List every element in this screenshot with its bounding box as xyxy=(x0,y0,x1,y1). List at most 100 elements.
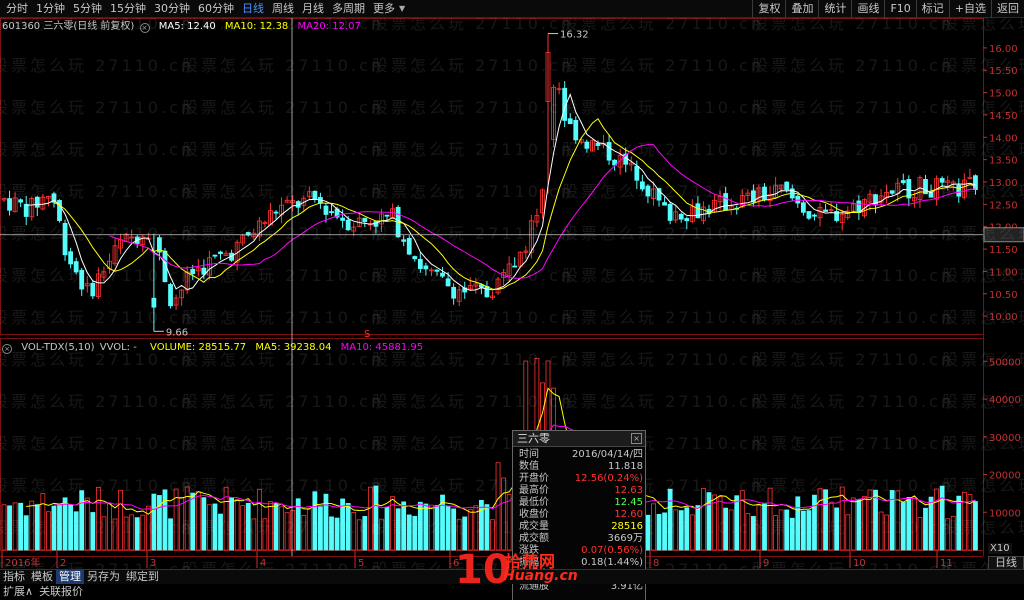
volume-bar xyxy=(873,489,878,551)
ma10-value: MA10: 12.38 xyxy=(224,21,289,32)
bottom-tab[interactable]: 模板 xyxy=(28,570,56,584)
period-tab[interactable]: 月线 xyxy=(298,0,328,18)
volume-bar xyxy=(290,510,296,551)
period-tab[interactable]: 30分钟 xyxy=(150,0,194,18)
close-circle-icon[interactable]: × xyxy=(139,23,150,33)
signal-marker: S xyxy=(364,329,370,340)
volume-bar xyxy=(695,505,701,551)
volume-tick-label: 50000 xyxy=(989,357,1021,368)
close-circle-icon[interactable]: × xyxy=(2,344,12,354)
volume-bar xyxy=(767,487,773,551)
volume-bar xyxy=(195,491,201,551)
candle-body xyxy=(812,214,817,217)
candle-body xyxy=(584,141,590,149)
volume-bar xyxy=(662,512,667,551)
period-tab[interactable]: 周线 xyxy=(268,0,298,18)
candle-body xyxy=(362,217,368,222)
volume-bar xyxy=(462,516,468,551)
volume-bar xyxy=(728,509,734,551)
candle-body xyxy=(678,213,684,220)
period-tab[interactable]: 多周期 xyxy=(328,0,369,18)
period-tab[interactable]: 日线 xyxy=(238,0,268,18)
candle-body xyxy=(606,142,612,161)
tool-button[interactable]: 复权 xyxy=(752,0,785,18)
tool-button[interactable]: 画线 xyxy=(851,0,884,18)
bottom-link[interactable]: 关联报价 xyxy=(36,584,86,600)
volume-bar xyxy=(168,518,173,551)
volume-bar xyxy=(651,503,656,551)
bottom-tab[interactable]: 绑定到 xyxy=(123,570,162,584)
vol-indicator: VOL-TDX(5,10) xyxy=(21,342,95,353)
volume-bar xyxy=(900,502,906,551)
volume-bar xyxy=(950,515,956,551)
tool-button[interactable]: 统计 xyxy=(818,0,851,18)
bottom-link[interactable]: 扩展∧ xyxy=(0,584,36,600)
tooltip-title: 三六零 xyxy=(513,431,645,447)
volume-bar xyxy=(351,512,357,551)
volume-bar xyxy=(240,505,246,551)
volume-bar xyxy=(46,511,51,551)
candle-body xyxy=(645,185,651,197)
candle-body xyxy=(340,217,346,221)
month-label: 10 xyxy=(853,558,866,569)
volume-bar xyxy=(800,510,806,551)
tool-button[interactable]: F10 xyxy=(884,0,915,18)
period-tab[interactable]: 5分钟 xyxy=(69,0,106,18)
candle-body xyxy=(384,214,390,217)
volume-bar xyxy=(678,510,684,551)
close-icon[interactable]: × xyxy=(631,433,642,444)
volume-bar xyxy=(84,497,90,551)
volume-bar xyxy=(956,495,962,551)
candle-body xyxy=(79,269,85,290)
period-tab[interactable]: 60分钟 xyxy=(194,0,238,18)
volume-bar xyxy=(329,516,334,551)
tool-button[interactable]: +自选 xyxy=(948,0,991,18)
volume-bar xyxy=(423,503,429,551)
volume-bar xyxy=(401,501,407,551)
tooltip-row: 收盘价 12.60 xyxy=(513,509,645,521)
volume-bar xyxy=(778,509,784,551)
volume-bar xyxy=(212,503,218,551)
bottom-tab[interactable]: 管理 xyxy=(56,570,84,584)
period-tab[interactable]: 1分钟 xyxy=(32,0,69,18)
volume-bar xyxy=(484,504,490,551)
price-frame xyxy=(0,18,984,335)
candle-body xyxy=(412,256,418,260)
period-tab[interactable]: 更多 xyxy=(369,0,399,18)
tool-button[interactable]: 返回 xyxy=(991,0,1024,18)
bottom-sub-bar: 扩展∧ 关联报价 xyxy=(0,584,300,600)
low-label: 9.66 xyxy=(166,327,188,338)
tooltip-label: 时间 xyxy=(519,449,539,460)
candle-body xyxy=(684,218,690,222)
period-selector[interactable]: 日线 xyxy=(988,556,1024,570)
tool-button[interactable]: 叠加 xyxy=(785,0,818,18)
tool-button[interactable]: 标记 xyxy=(915,0,949,18)
month-label: 9 xyxy=(763,558,769,569)
stock-title: 601360 三六零(日线 前复权) xyxy=(2,21,135,32)
volume-bar xyxy=(717,496,723,551)
volume-bar xyxy=(751,516,756,551)
volume-bar xyxy=(673,509,679,551)
bottom-tab[interactable]: 另存为 xyxy=(84,570,123,584)
zoom-badge[interactable]: X10 xyxy=(988,543,1012,554)
period-tab[interactable]: 15分钟 xyxy=(106,0,150,18)
tooltip-label: 成交额 xyxy=(519,533,549,544)
chevron-down-icon[interactable]: ▼ xyxy=(399,0,411,18)
candle-body xyxy=(7,198,12,211)
volume-bar xyxy=(140,514,146,551)
logo-domain: Huang.cn xyxy=(503,568,578,584)
bottom-tab[interactable]: 指标 xyxy=(0,570,28,584)
tooltip-value: 2016/04/14/四 xyxy=(571,449,643,460)
candle-body xyxy=(595,143,601,146)
candle-body xyxy=(440,272,445,277)
period-tab[interactable]: 分时 xyxy=(2,0,32,18)
volume-bar xyxy=(7,505,12,551)
volume-bar xyxy=(262,518,268,551)
volume-bar xyxy=(656,513,662,551)
candle-body xyxy=(434,269,440,272)
volume-bar xyxy=(95,486,101,551)
candle-body xyxy=(273,211,279,214)
volume-bar xyxy=(90,512,96,551)
price-tick-label: 11.00 xyxy=(989,267,1018,278)
candle-body xyxy=(345,219,351,231)
